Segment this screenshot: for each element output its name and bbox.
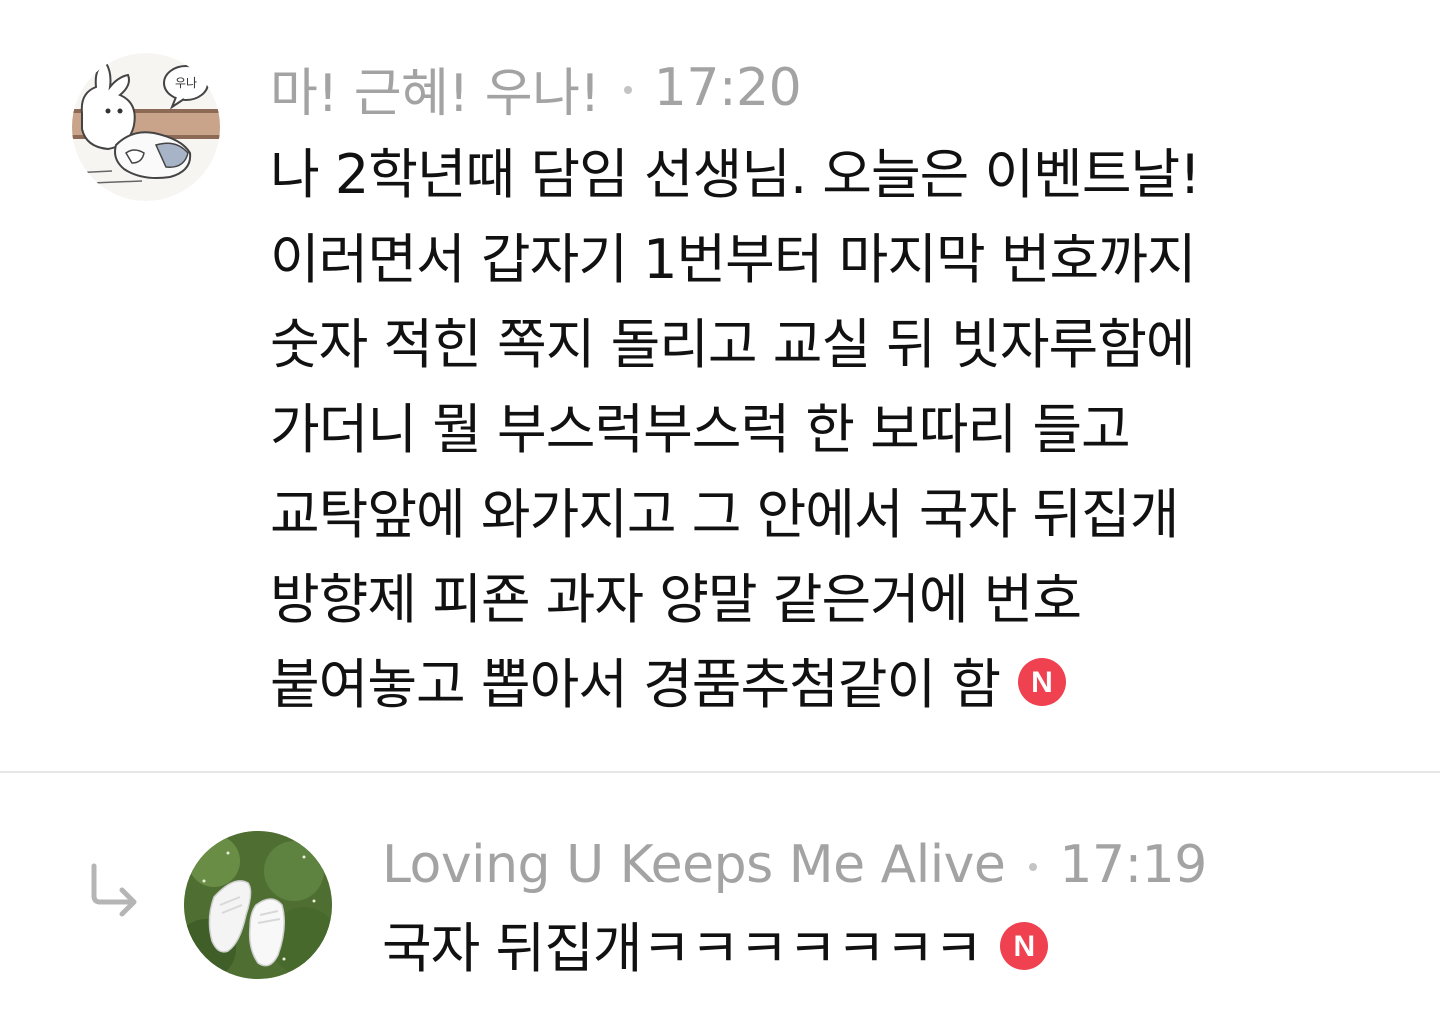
reply-line: 국자 뒤집개ㅋㅋㅋㅋㅋㅋㅋ N xyxy=(382,906,1049,991)
reply-meta: Loving U Keeps Me Alive 17:19 xyxy=(382,830,1207,900)
reply-arrow-icon xyxy=(91,863,137,917)
comment-line-last: 붙여놓고 뽑아서 경품추첨같이 함 N xyxy=(270,642,1200,727)
user-avatar[interactable]: 우나 xyxy=(72,53,220,201)
reply-time: 17:19 xyxy=(1059,835,1207,895)
divider xyxy=(0,771,1440,773)
comment-line: 숫자 적힌 쪽지 돌리고 교실 뒤 빗자루함에 xyxy=(270,313,1196,376)
comment-line: 나 2학년때 담임 선생님. 오늘은 이벤트날! xyxy=(270,143,1201,206)
comment-meta: 마! 근혜! 우나! 17:20 xyxy=(270,51,802,126)
separator-dot xyxy=(1029,863,1038,871)
comment-text: 나 2학년때 담임 선생님. 오늘은 이벤트날! 이러면서 갑자기 1번부터 마… xyxy=(270,132,1201,727)
author-name[interactable]: 마! 근혜! 우나! xyxy=(270,51,600,126)
comment-line: 교탁앞에 와가지고 그 안에서 국자 뒤집개 xyxy=(270,483,1179,546)
comment-line: 이러면서 갑자기 1번부터 마지막 번호까지 xyxy=(270,228,1197,291)
comment-line: 가더니 뭘 부스럭부스럭 한 보따리 들고 xyxy=(270,398,1131,461)
svg-text:우나: 우나 xyxy=(175,76,197,90)
comment-time: 17:20 xyxy=(653,58,802,118)
reply-line-text: 국자 뒤집개ㅋㅋㅋㅋㅋㅋㅋ xyxy=(382,917,983,980)
sneakers-on-grass-icon xyxy=(184,831,332,979)
cartoon-rabbit-icon: 우나 xyxy=(72,53,220,201)
separator-dot xyxy=(623,86,632,94)
reply-author-name[interactable]: Loving U Keeps Me Alive xyxy=(382,835,1006,895)
reply-user-avatar[interactable] xyxy=(184,831,332,979)
new-badge: N xyxy=(1000,922,1049,971)
reply-text: 국자 뒤집개ㅋㅋㅋㅋㅋㅋㅋ N xyxy=(382,906,1049,991)
comment-line-text: 붙여놓고 뽑아서 경품추첨같이 함 xyxy=(270,653,1001,716)
new-badge: N xyxy=(1018,658,1067,707)
comment-line: 방향제 피죤 과자 양말 같은거에 번호 xyxy=(270,568,1082,631)
